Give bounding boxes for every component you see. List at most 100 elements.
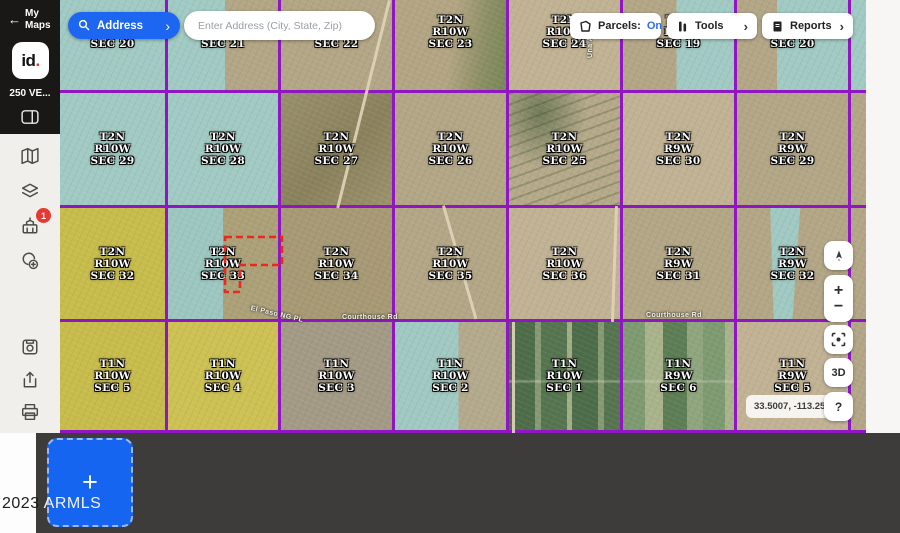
section-label: T2NR10WSEC 29	[90, 131, 134, 167]
section-cell-sec-31-t2n[interactable]: T2NR9WSEC 31	[623, 208, 737, 322]
notification-badge: 1	[36, 208, 51, 223]
section-cell-sliver[interactable]	[851, 93, 866, 208]
section-label: T2NR10WSEC 35	[428, 246, 472, 282]
section-label: T2NR10WSEC 26	[428, 131, 472, 167]
section-cell-sec-23-t2n[interactable]: T2NR10WSEC 23	[395, 0, 509, 93]
plus-icon: +	[82, 469, 98, 496]
reports-button[interactable]: Reports ›	[762, 13, 853, 39]
section-label: T1NR10WSEC 3	[318, 358, 354, 394]
section-grid: T2NR10WSEC 20T2NR10WSEC 21T2NR10WSEC 22T…	[60, 0, 866, 433]
sidebar: ← My Maps id. 250 VE... 1	[0, 0, 60, 433]
address-search-input[interactable]	[184, 11, 375, 40]
section-label: T2NR10WSEC 34	[314, 246, 358, 282]
parcel-icon	[579, 20, 592, 33]
bottom-left-gutter	[0, 433, 36, 533]
parcels-toggle-button[interactable]: Parcels: On ›	[570, 13, 661, 39]
compass-needle-icon	[832, 249, 846, 263]
section-label: T1NR10WSEC 2	[432, 358, 468, 394]
map-right-gutter	[866, 0, 900, 433]
app-window: T2NR10WSEC 20T2NR10WSEC 21T2NR10WSEC 22T…	[0, 0, 900, 533]
help-button[interactable]: ?	[824, 392, 853, 421]
zoom-control: + −	[824, 275, 853, 322]
section-label: T2NR9WSEC 32	[770, 246, 814, 282]
my-maps-label: My Maps	[25, 8, 51, 31]
section-cell-sliver[interactable]	[851, 322, 866, 433]
selected-parcel-outline[interactable]	[218, 228, 290, 300]
section-cell-sec-4-t1n[interactable]: T1NR10WSEC 4	[168, 322, 281, 433]
add-location-icon[interactable]	[21, 252, 39, 270]
section-label: T2NR9WSEC 31	[656, 246, 700, 282]
section-label: T2NR9WSEC 30	[656, 131, 700, 167]
section-label: T1NR9WSEC 6	[660, 358, 696, 394]
road-line	[512, 322, 515, 433]
share-icon[interactable]	[21, 371, 39, 389]
section-cell-sec-1-t1n[interactable]: T1NR10WSEC 1	[509, 322, 623, 433]
address-button-label: Address	[97, 20, 159, 32]
section-cell-sec-6-t1n[interactable]: T1NR9WSEC 6	[623, 322, 737, 433]
watermark-agency: ARMLS	[44, 495, 102, 512]
section-label: T1NR10WSEC 5	[94, 358, 130, 394]
section-cell-sec-36-t2n[interactable]: T2NR10WSEC 36	[509, 208, 623, 322]
section-label: T2NR10WSEC 36	[542, 246, 586, 282]
logo-text: id.	[21, 51, 39, 71]
address-button[interactable]: Address ›	[68, 12, 180, 39]
zoom-in-button[interactable]: +	[834, 284, 843, 298]
reports-label: Reports	[790, 20, 832, 32]
section-label: T1NR10WSEC 1	[546, 358, 582, 394]
section-cell-sec-5-t1n[interactable]: T1NR10WSEC 5	[60, 322, 168, 433]
section-cell-sec-32-t2n[interactable]: T2NR10WSEC 32	[60, 208, 168, 322]
tools-icon	[676, 20, 689, 33]
center-target-icon	[831, 332, 846, 347]
section-label: T2NR9WSEC 29	[770, 131, 814, 167]
collapse-panel-icon[interactable]	[21, 108, 39, 126]
current-map-name: 250 VE...	[0, 88, 60, 99]
section-cell-sec-3-t1n[interactable]: T1NR10WSEC 3	[281, 322, 395, 433]
section-cell-sliver[interactable]	[851, 0, 866, 93]
tools-button[interactable]: Tools ›	[667, 13, 757, 39]
save-icon[interactable]	[21, 338, 39, 356]
section-cell-sec-26-t2n[interactable]: T2NR10WSEC 26	[395, 93, 509, 208]
report-icon	[771, 20, 784, 33]
section-label: T2NR10WSEC 23	[428, 0, 472, 50]
zoom-out-button[interactable]: −	[834, 300, 843, 314]
chevron-right-icon: ›	[744, 19, 748, 34]
section-cell-sliver[interactable]	[851, 208, 866, 322]
compass-button[interactable]	[824, 241, 853, 270]
road-label-courthouse: Courthouse Rd	[342, 314, 398, 321]
section-cell-sec-35-t2n[interactable]: T2NR10WSEC 35	[395, 208, 509, 322]
layers-icon[interactable]	[21, 182, 39, 200]
sidebar-header: ← My Maps id. 250 VE...	[0, 0, 60, 134]
tools-label: Tools	[695, 20, 724, 32]
mls-watermark: 2023 ARMLS	[2, 495, 101, 513]
section-cell-sec-30-t2n[interactable]: T2NR9WSEC 30	[623, 93, 737, 208]
section-cell-sec-2-t1n[interactable]: T1NR10WSEC 2	[395, 322, 509, 433]
section-label: T2NR10WSEC 25	[542, 131, 586, 167]
print-icon[interactable]	[21, 403, 39, 421]
section-cell-sec-27-t2n[interactable]: T2NR10WSEC 27	[281, 93, 395, 208]
section-cell-sec-25-t2n[interactable]: T2NR10WSEC 25	[509, 93, 623, 208]
map-canvas[interactable]: T2NR10WSEC 20T2NR10WSEC 21T2NR10WSEC 22T…	[60, 0, 866, 433]
back-to-my-maps[interactable]: ← My Maps	[0, 0, 60, 31]
map-icon[interactable]	[21, 147, 39, 165]
search-icon	[78, 19, 91, 32]
recenter-button[interactable]	[824, 325, 853, 354]
back-arrow-icon: ←	[8, 13, 21, 26]
chevron-right-icon: ›	[165, 19, 170, 33]
chevron-right-icon: ›	[840, 19, 844, 34]
parcels-state: On	[647, 20, 662, 32]
section-label: T2NR10WSEC 27	[314, 131, 358, 167]
section-label: T2NR10WSEC 32	[90, 246, 134, 282]
section-cell-sec-29-t2n[interactable]: T2NR10WSEC 29	[60, 93, 168, 208]
add-map-button[interactable]: +	[47, 438, 133, 527]
road-label-courthouse: Courthouse Rd	[646, 312, 702, 319]
three-d-button[interactable]: 3D	[824, 358, 853, 387]
section-label: T1NR9WSEC 5	[774, 358, 810, 394]
bottom-panel	[36, 433, 900, 533]
section-cell-sec-28-t2n[interactable]: T2NR10WSEC 28	[168, 93, 281, 208]
section-cell-sec-29-t2n[interactable]: T2NR9WSEC 29	[737, 93, 851, 208]
section-cell-sec-34-t2n[interactable]: T2NR10WSEC 34	[281, 208, 395, 322]
parcels-label: Parcels:	[598, 20, 641, 32]
section-label: T1NR10WSEC 4	[205, 358, 241, 394]
watermark-year: 2023	[2, 495, 40, 512]
app-logo[interactable]: id.	[12, 42, 49, 79]
